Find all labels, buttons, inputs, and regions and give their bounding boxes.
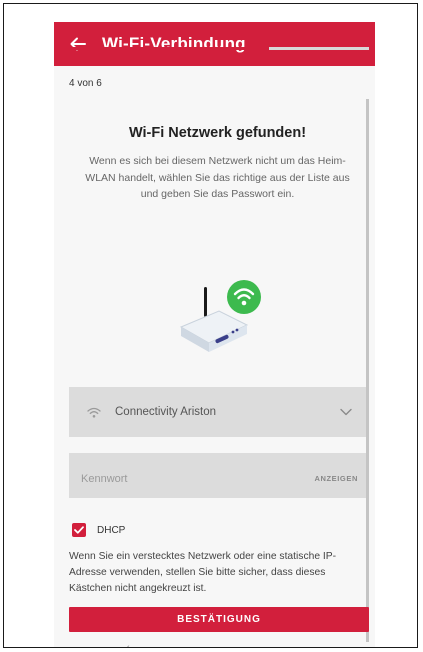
progress-bar-fill	[69, 47, 269, 50]
router-illustration	[69, 279, 366, 389]
dhcp-note: Wenn Sie ein verstecktes Netzwerk oder e…	[69, 551, 337, 594]
main-content: Wi-Fi Netzwerk gefunden! Wenn es sich be…	[69, 99, 369, 647]
back-button[interactable]	[54, 22, 102, 66]
nav-back-icon[interactable]: ‹	[126, 642, 130, 647]
router-icon	[179, 280, 261, 352]
found-heading: Wi-Fi Netzwerk gefunden!	[128, 125, 307, 141]
step-counter: 4 von 6	[69, 78, 102, 89]
password-field-container: ANZEIGEN	[69, 453, 366, 498]
chevron-down-icon	[340, 408, 352, 416]
show-password-toggle[interactable]: ANZEIGEN	[314, 474, 358, 483]
dhcp-label: DHCP	[97, 524, 126, 536]
wifi-icon	[87, 407, 101, 418]
checkmark-icon	[74, 526, 84, 534]
page-title: Wi-Fi-Verbindung	[102, 34, 246, 53]
dhcp-option: DHCP	[72, 523, 125, 537]
progress-bar	[69, 47, 369, 50]
app-bar: Wi-Fi-Verbindung	[54, 22, 375, 66]
nav-home-pill[interactable]	[202, 647, 228, 648]
dhcp-checkbox[interactable]	[72, 523, 86, 537]
confirm-button[interactable]: BESTÄTIGUNG	[69, 607, 369, 632]
found-description: Wenn es sich bei diesem Netzwerk nicht u…	[85, 155, 350, 200]
system-nav-bar: ‹	[54, 642, 375, 648]
screenshot-frame: Wi-Fi-Verbindung 4 von 6 Wi-Fi Netzwerk …	[3, 3, 418, 648]
network-select[interactable]: Connectivity Ariston	[69, 387, 366, 437]
password-input[interactable]	[81, 472, 315, 485]
selected-network-name: Connectivity Ariston	[115, 406, 216, 418]
phone-screen: Wi-Fi-Verbindung 4 von 6 Wi-Fi Netzwerk …	[54, 22, 375, 648]
